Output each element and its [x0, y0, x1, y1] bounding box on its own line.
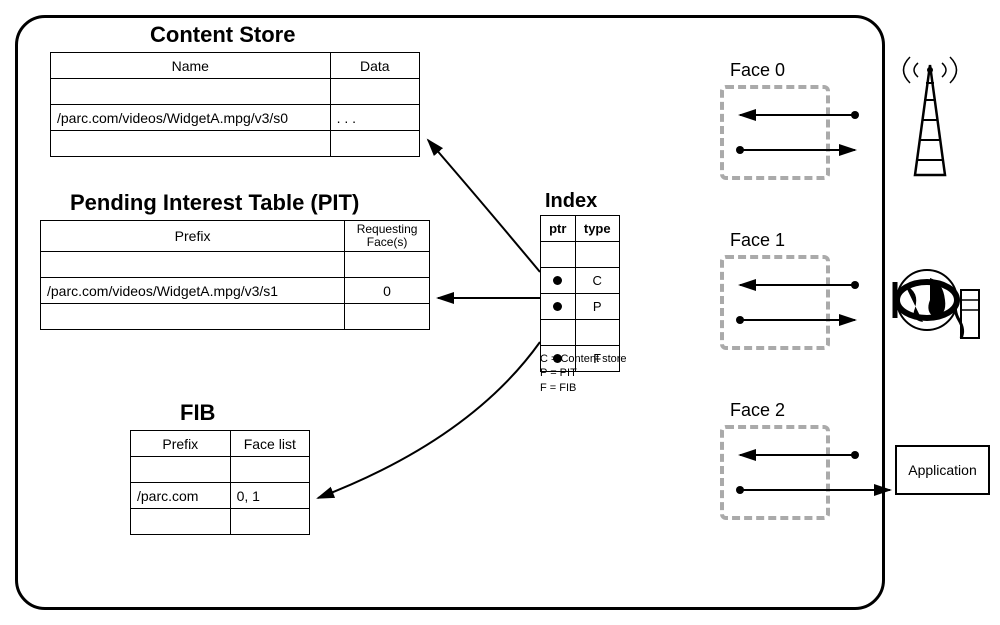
face1-label: Face 1 [730, 230, 785, 251]
index-title: Index [545, 190, 597, 213]
index-type-p: P [575, 294, 620, 320]
fib-table: Prefix Face list /parc.com 0, 1 [130, 430, 310, 535]
pit-title: Pending Interest Table (PIT) [70, 190, 359, 216]
face2-label: Face 2 [730, 400, 785, 421]
table-row: C [541, 268, 620, 294]
fib-row-prefix: /parc.com [131, 483, 231, 509]
table-row [41, 252, 430, 278]
table-row [131, 509, 310, 535]
content-store-title: Content Store [150, 22, 295, 48]
legend-p: P = PIT [540, 366, 627, 380]
legend-f: F = FIB [540, 381, 627, 395]
cs-name-header: Name [51, 53, 331, 79]
fib-title: FIB [180, 400, 215, 426]
pit-faces-header: Requesting Face(s) [345, 221, 430, 252]
pit-row-faces: 0 [345, 278, 430, 304]
index-ptr-header: ptr [541, 216, 576, 242]
table-row [51, 131, 420, 157]
index-table: ptr type C P F [540, 215, 620, 372]
table-row [51, 79, 420, 105]
index-ptr-0 [541, 268, 576, 294]
antenna-tower-icon [904, 57, 957, 175]
content-store-table: Name Data /parc.com/videos/WidgetA.mpg/v… [50, 52, 420, 157]
pit-prefix-header: Prefix [41, 221, 345, 252]
index-type-c: C [575, 268, 620, 294]
cs-row-data: . . . [330, 105, 419, 131]
legend-c: C = Content store [540, 352, 627, 366]
cs-row-name: /parc.com/videos/WidgetA.mpg/v3/s0 [51, 105, 331, 131]
internet-globe-icon [895, 270, 979, 338]
cs-data-header: Data [330, 53, 419, 79]
face0-box [720, 85, 830, 180]
table-row [541, 242, 620, 268]
face0-label: Face 0 [730, 60, 785, 81]
fib-prefix-header: Prefix [131, 431, 231, 457]
table-row [541, 320, 620, 346]
pointer-dot-icon [553, 276, 562, 285]
application-label: Application [908, 462, 977, 478]
table-row: P [541, 294, 620, 320]
table-row [41, 304, 430, 330]
face2-box [720, 425, 830, 520]
index-legend: C = Content store P = PIT F = FIB [540, 352, 627, 395]
table-row: /parc.com/videos/WidgetA.mpg/v3/s1 0 [41, 278, 430, 304]
table-row: /parc.com 0, 1 [131, 483, 310, 509]
table-row [131, 457, 310, 483]
fib-facelist-header: Face list [230, 431, 309, 457]
pit-table: Prefix Requesting Face(s) /parc.com/vide… [40, 220, 430, 330]
pointer-dot-icon [553, 302, 562, 311]
application-box: Application [895, 445, 990, 495]
index-type-header: type [575, 216, 620, 242]
index-ptr-1 [541, 294, 576, 320]
pit-row-prefix: /parc.com/videos/WidgetA.mpg/v3/s1 [41, 278, 345, 304]
table-row: /parc.com/videos/WidgetA.mpg/v3/s0 . . . [51, 105, 420, 131]
fib-row-facelist: 0, 1 [230, 483, 309, 509]
face1-box [720, 255, 830, 350]
